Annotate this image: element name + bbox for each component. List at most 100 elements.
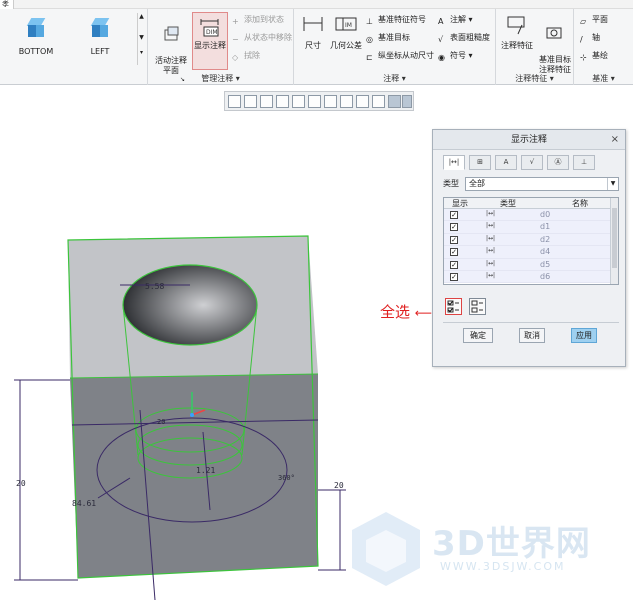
dialog-title: 显示注释 xyxy=(510,135,547,145)
dim-top-text[interactable]: 5.58 xyxy=(145,282,164,291)
gizmo-origin xyxy=(190,413,194,417)
dim-inner-text[interactable]: 20 xyxy=(157,418,165,426)
datum-target-annot-button[interactable]: 基准目标 注释特征 xyxy=(536,15,574,75)
ordinate-dim-button[interactable]: ⊏ 纵坐标从动尺寸 xyxy=(366,49,434,63)
type-value: 全部 xyxy=(469,179,485,188)
erase-button[interactable]: ◇ 拭除 xyxy=(232,49,260,63)
perspective-icon[interactable] xyxy=(340,95,353,108)
saved-views-icon[interactable] xyxy=(308,95,321,108)
annotation-display-icon[interactable] xyxy=(388,95,401,108)
cancel-button[interactable]: 取消 xyxy=(519,328,545,343)
datum-display-icon[interactable] xyxy=(372,95,385,108)
views-scroll[interactable]: ▲ ▼ ▾ xyxy=(137,13,145,65)
zoom-in-icon[interactable] xyxy=(244,95,257,108)
symbol-button[interactable]: ◉ 符号 ▾ xyxy=(438,49,473,63)
dimension-type-icon: |↔| xyxy=(486,247,496,255)
show-checkbox[interactable]: ✓ xyxy=(450,223,458,232)
annot-group-label[interactable]: 注释 ▾ xyxy=(294,73,495,84)
add-icon: + xyxy=(232,16,239,26)
dimension-type-icon: |↔| xyxy=(486,234,496,242)
axis-button[interactable]: / 轴 xyxy=(580,31,600,45)
note-button[interactable]: A 注解 ▾ xyxy=(438,13,473,27)
surface-finish-button[interactable]: √ 表面粗糙度 xyxy=(438,31,490,45)
view-left-button[interactable]: LEFT xyxy=(78,17,122,57)
annot-feature-icon xyxy=(507,16,525,35)
view-left-label: LEFT xyxy=(90,47,110,56)
apply-button[interactable]: 应用 xyxy=(571,328,597,343)
dimension-button[interactable]: 尺寸 xyxy=(300,15,326,51)
tab-notes[interactable]: A xyxy=(495,155,517,170)
ok-button[interactable]: 确定 xyxy=(463,328,493,343)
table-row[interactable]: ✓ |↔| d2 xyxy=(444,233,618,247)
axis-icon: / xyxy=(580,34,583,44)
table-row[interactable]: ✓ |↔| d4 xyxy=(444,246,618,259)
show-annot-button[interactable]: DIM 显示注释 xyxy=(192,12,228,70)
datum-feature-button[interactable]: ⊥ 基准特征符号 xyxy=(366,13,426,27)
chevron-down-icon[interactable]: ▼ xyxy=(607,178,618,190)
tab-symbols[interactable]: Ⓐ xyxy=(547,155,569,170)
zoom-out-icon[interactable] xyxy=(260,95,273,108)
cube-icon xyxy=(89,17,111,39)
refit-icon[interactable] xyxy=(228,95,241,108)
dim-dia-text[interactable]: 84.61 xyxy=(72,499,96,508)
datum-target-annot-label: 基准目标 注释特征 xyxy=(539,55,571,74)
spin-center-icon[interactable] xyxy=(402,95,412,108)
tab-surface-finish[interactable]: √ xyxy=(521,155,543,170)
view-bottom-button[interactable]: BOTTOM xyxy=(14,17,58,57)
type-label: 类型 xyxy=(443,179,459,188)
top-tab-strip: 孝 xyxy=(0,0,633,9)
annot-feature-button[interactable]: 注释特征 xyxy=(498,15,536,51)
deselect-all-button[interactable] xyxy=(469,298,486,315)
show-checkbox[interactable]: ✓ xyxy=(450,248,458,257)
geom-tol-button[interactable]: IM 几何公差 xyxy=(328,15,364,51)
select-all-button[interactable] xyxy=(445,298,462,315)
dim-depth-text[interactable]: 1.21 xyxy=(196,466,215,475)
annotation-table: 显示 类型 名称 ✓ |↔| d0 ✓ |↔| d1 ✓ |↔| d2 ✓ |↔| d4 ✓ |↔… xyxy=(443,197,619,285)
table-row[interactable]: ✓ |↔| d1 xyxy=(444,221,618,234)
scrollbar-thumb[interactable] xyxy=(612,208,617,268)
tab-gtol[interactable]: ⊞ xyxy=(469,155,491,170)
section-icon[interactable] xyxy=(356,95,369,108)
dim-right-height-text[interactable]: 20 xyxy=(334,481,344,490)
annot-feature-group-label[interactable]: 注释特征 ▾ xyxy=(496,73,573,84)
view-manager-icon[interactable] xyxy=(324,95,337,108)
table-row[interactable]: ✓ |↔| d0 xyxy=(444,209,618,222)
col-name[interactable]: 名称 xyxy=(572,198,588,209)
type-dropdown[interactable]: 全部 ▼ xyxy=(465,177,619,191)
file-tab[interactable]: 孝 xyxy=(0,0,14,9)
table-scrollbar[interactable] xyxy=(610,198,618,284)
col-show[interactable]: 显示 xyxy=(452,198,468,209)
table-row[interactable]: ✓ |↔| d6 xyxy=(444,270,618,284)
active-annot-plane-button[interactable]: 活动注释 平面 xyxy=(151,15,191,76)
dim-left-height-text[interactable]: 20 xyxy=(16,479,26,488)
annot-group-text: 注释 xyxy=(383,74,400,83)
group-launcher-icon[interactable]: ↘ xyxy=(180,76,185,83)
show-checkbox[interactable]: ✓ xyxy=(450,235,458,244)
table-row[interactable]: ✓ |↔| d5 xyxy=(444,258,618,271)
show-checkbox[interactable]: ✓ xyxy=(450,272,458,281)
watermark-title: 3D世界网 xyxy=(432,524,591,564)
show-checkbox[interactable]: ✓ xyxy=(450,211,458,219)
remove-from-state-button[interactable]: − 从状态中移除 xyxy=(232,31,292,45)
dim-angle-text[interactable]: 360° xyxy=(278,474,295,482)
add-to-state-button[interactable]: + 添加到状态 xyxy=(232,13,284,27)
tab-datums[interactable]: ⊥ xyxy=(573,155,595,170)
close-icon[interactable]: × xyxy=(611,130,619,150)
coord-button[interactable]: ⊹ 基绘 xyxy=(580,49,608,63)
remove-from-state-label: 从状态中移除 xyxy=(244,33,292,42)
annotation-name: d4 xyxy=(540,247,551,257)
repaint-icon[interactable] xyxy=(276,95,289,108)
manage-annot-group-label[interactable]: 管理注释 ▾ xyxy=(148,73,293,84)
datum-group-label[interactable]: 基准 ▾ xyxy=(574,73,633,84)
plane-button[interactable]: ▱ 平面 xyxy=(580,13,608,27)
tab-dimensions[interactable]: |↔| xyxy=(443,155,465,170)
col-type[interactable]: 类型 xyxy=(500,198,516,209)
coord-icon: ⊹ xyxy=(580,52,587,62)
datum-target-button[interactable]: ◎ 基准目标 xyxy=(366,31,410,45)
show-checkbox[interactable]: ✓ xyxy=(450,260,458,269)
annotation-name: d6 xyxy=(540,271,551,281)
geom-tol-icon: IM xyxy=(335,17,357,31)
display-style-icon[interactable] xyxy=(292,95,305,108)
dimension-type-icon: |↔| xyxy=(486,271,496,279)
dialog-title-bar[interactable]: 显示注释 × xyxy=(433,130,625,150)
